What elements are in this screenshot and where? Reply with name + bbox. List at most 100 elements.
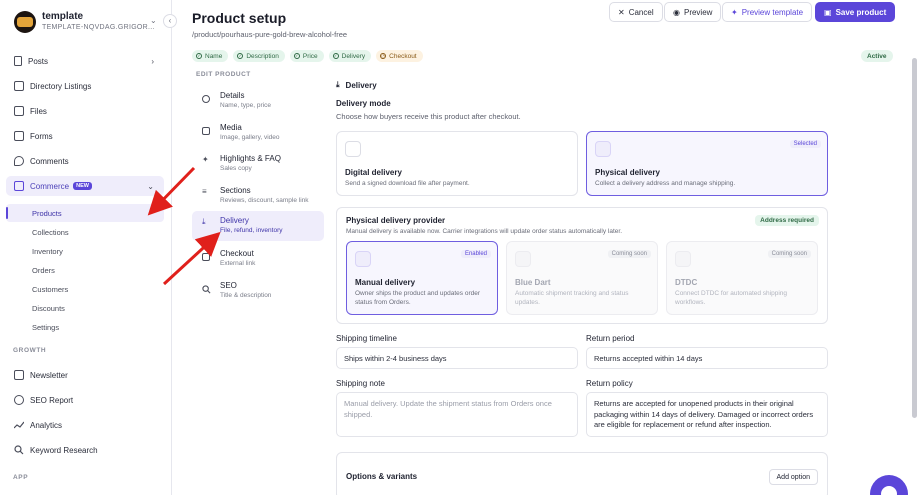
card-title: Blue Dart [515, 278, 551, 287]
sidebar-item-newsletter[interactable]: Newsletter [6, 365, 164, 385]
check-icon: ✓ [293, 53, 300, 59]
sidebar-sub-collections[interactable]: Collections [6, 223, 164, 241]
sidebar-item-files[interactable]: Files [6, 101, 164, 121]
step-price[interactable]: ✓ Price [289, 50, 324, 62]
provider-title: Physical delivery provider [346, 216, 446, 225]
sidebar-item-commerce[interactable]: Commerce NEW ⌄ [6, 176, 164, 196]
edit-nav-sub: Name, type, price [220, 102, 271, 109]
step-checkout[interactable]: ◷ Checkout [376, 50, 423, 62]
coming-soon-badge: Coming soon [767, 250, 811, 258]
provider-bluedart-card: Coming soon Blue Dart Automatic shipment… [506, 241, 658, 315]
edit-nav-seo[interactable]: SEO Title & description [192, 276, 324, 306]
card-title: Manual delivery [355, 278, 416, 287]
sidebar-sub-customers[interactable]: Customers [6, 280, 164, 298]
file-icon [345, 141, 361, 157]
sidebar-item-label: Forms [30, 131, 53, 141]
edit-nav-delivery[interactable]: ⤓ Delivery File, refund, inventory [192, 211, 324, 241]
sidebar-sub-inventory[interactable]: Inventory [6, 242, 164, 260]
scrollbar[interactable] [912, 58, 917, 418]
sidebar-item-posts[interactable]: Posts › [6, 51, 164, 71]
sidebar-item-comments[interactable]: Comments [6, 151, 164, 171]
chevron-down-icon: ⌄ [147, 181, 154, 191]
sidebar-item-label: Files [30, 106, 47, 116]
edit-nav-media[interactable]: Media Image, gallery, video [192, 118, 324, 148]
sidebar: template TEMPLATE-NQVDAG.GRIGOR... ⌄ Pos… [0, 0, 172, 495]
workspace-subtitle: TEMPLATE-NQVDAG.GRIGOR... [42, 24, 155, 31]
provider-desc: Manual delivery is available now. Carrie… [346, 228, 623, 235]
step-label: Checkout [389, 52, 417, 60]
card-desc: Connect DTDC for automated shipping work… [675, 290, 788, 306]
workspace-logo [14, 11, 36, 33]
sidebar-item-label: Newsletter [30, 370, 68, 380]
sidebar-sub-settings[interactable]: Settings [6, 318, 164, 336]
options-title: Options & variants [346, 472, 418, 481]
edit-nav-highlights[interactable]: ✦ Highlights & FAQ Sales copy [192, 149, 324, 179]
sidebar-sub-orders[interactable]: Orders [6, 261, 164, 279]
sidebar-item-label: Comments [30, 156, 69, 166]
delivery-mode-title: Delivery mode [336, 99, 391, 108]
truck-icon [595, 141, 611, 157]
preview-button[interactable]: ◉ Preview [664, 2, 722, 22]
section-label-growth: GROWTH [13, 347, 47, 354]
return-policy-textarea[interactable]: Returns are accepted for unopened produc… [586, 392, 828, 437]
save-icon: ▣ [824, 7, 832, 17]
cancel-button[interactable]: ✕ Cancel [609, 2, 663, 22]
workspace-switcher[interactable]: template TEMPLATE-NQVDAG.GRIGOR... ⌄ [14, 9, 164, 35]
comment-icon [14, 156, 24, 166]
card-icon [202, 253, 210, 261]
edit-nav-checkout[interactable]: Checkout External link [192, 244, 324, 274]
check-icon: ✓ [332, 53, 339, 59]
shipping-timeline-input[interactable]: Ships within 2-4 business days [336, 347, 578, 369]
download-icon: ⤓ [202, 217, 206, 226]
provider-manual-card[interactable]: Enabled Manual delivery Owner ships the … [346, 241, 498, 315]
chat-launcher-button[interactable] [870, 475, 908, 495]
sparkle-icon: ✦ [731, 7, 738, 17]
step-label: Name [205, 52, 223, 60]
page-title: Product setup [192, 10, 287, 26]
edit-nav-details[interactable]: Details Name, type, price [192, 86, 324, 116]
new-badge: NEW [73, 182, 92, 190]
workspace-name: template [42, 11, 84, 22]
edit-nav-title: Sections [220, 186, 251, 195]
selected-badge: Selected [789, 140, 821, 148]
sidebar-item-forms[interactable]: Forms [6, 126, 164, 146]
card-desc: Send a signed download file after paymen… [345, 180, 470, 187]
sidebar-item-label: Analytics [30, 420, 63, 430]
shipping-note-textarea[interactable]: Manual delivery. Update the shipment sta… [336, 392, 578, 437]
sidebar-sub-discounts[interactable]: Discounts [6, 299, 164, 317]
sidebar-item-directory-listings[interactable]: Directory Listings [6, 76, 164, 96]
edit-nav-sub: Title & description [220, 292, 272, 299]
step-description[interactable]: ✓ Description [233, 50, 285, 62]
edit-nav-sections[interactable]: ≡ Sections Reviews, discount, sample lin… [192, 181, 324, 211]
provider-dtdc-card: Coming soon DTDC Connect DTDC for automa… [666, 241, 818, 315]
address-required-badge: Address required [755, 215, 819, 226]
return-period-label: Return period [586, 334, 635, 343]
close-icon: ✕ [618, 7, 625, 17]
step-label: Description [246, 52, 279, 60]
sidebar-collapse-button[interactable]: ‹ [163, 14, 177, 28]
edit-nav-title: Highlights & FAQ [220, 154, 281, 163]
digital-delivery-card[interactable]: Digital delivery Send a signed download … [336, 131, 578, 196]
sidebar-sub-products[interactable]: Products [6, 204, 164, 222]
truck-icon [515, 251, 531, 267]
chart-line-icon [13, 420, 25, 430]
save-product-button[interactable]: ▣ Save product [815, 2, 896, 22]
sidebar-item-analytics[interactable]: Analytics [6, 415, 164, 435]
folder-icon [14, 106, 24, 116]
check-icon: ✓ [196, 53, 202, 59]
sidebar-item-keyword-research[interactable]: Keyword Research [6, 440, 164, 460]
step-label: Price [302, 52, 318, 60]
delivery-heading-text: Delivery [345, 80, 377, 90]
preview-template-button[interactable]: ✦ Preview template [722, 2, 813, 22]
eye-icon: ◉ [673, 7, 680, 17]
physical-delivery-card[interactable]: Selected Physical delivery Collect a del… [586, 131, 828, 196]
step-name[interactable]: ✓ Name [192, 50, 229, 62]
step-delivery[interactable]: ✓ Delivery [328, 50, 372, 62]
preview-label: Preview [683, 7, 713, 17]
edit-nav-sub: File, refund, inventory [220, 227, 283, 234]
add-option-button[interactable]: Add option [768, 469, 818, 485]
sidebar-item-seo-report[interactable]: SEO Report [6, 390, 164, 410]
list-icon: ≡ [202, 187, 207, 196]
return-period-input[interactable]: Returns accepted within 14 days [586, 347, 828, 369]
sidebar-item-label: Commerce [30, 181, 70, 191]
